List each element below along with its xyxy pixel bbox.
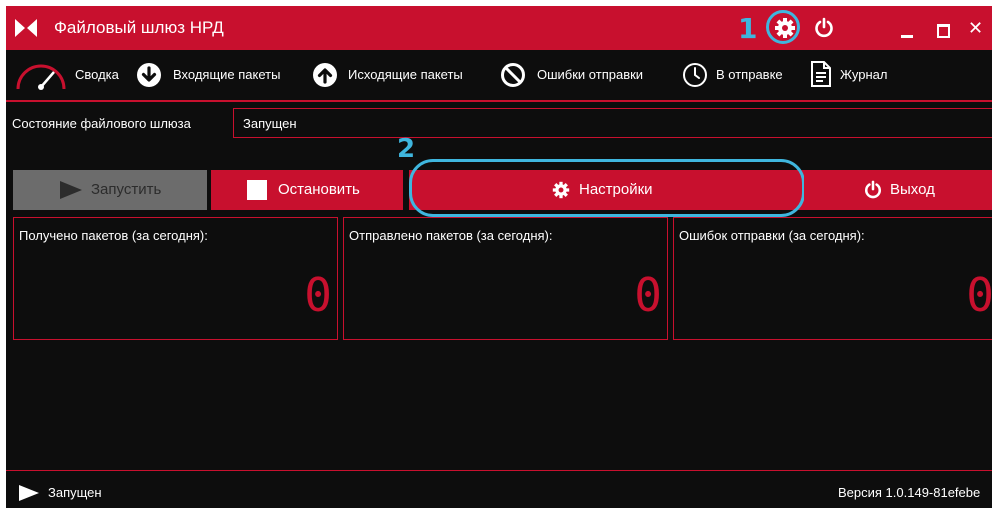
gateway-status-field: Запущен [233, 108, 992, 138]
tab-send-errors[interactable]: Ошибки отправки [500, 50, 676, 100]
tab-label: Исходящие пакеты [348, 67, 463, 82]
play-icon [60, 181, 82, 199]
clock-icon [683, 63, 707, 87]
tab-sending[interactable]: В отправке [682, 50, 806, 100]
maximize-button[interactable] [930, 12, 956, 44]
send-errors-panel: Ошибок отправки (за сегодня): 0 [673, 217, 992, 340]
start-button[interactable]: Запустить [13, 170, 207, 210]
minimize-button[interactable] [894, 12, 920, 44]
send-errors-label: Ошибок отправки (за сегодня): [679, 228, 865, 243]
window-title: Файловый шлюз НРД [54, 18, 224, 37]
exit-button-label: Выход [890, 181, 935, 198]
tab-divider [6, 100, 992, 102]
app-window: Файловый шлюз НРД 1 ✕ Сводка Входящие па… [6, 6, 992, 508]
tab-incoming-packages[interactable]: Входящие пакеты [136, 50, 300, 100]
tab-label: Сводка [75, 67, 119, 82]
sent-packages-panel: Отправлено пакетов (за сегодня): 0 [343, 217, 668, 340]
app-logo-icon [15, 19, 37, 37]
footer-status-text: Запущен [48, 485, 102, 500]
arrow-up-circle-icon [313, 63, 337, 87]
arrow-down-circle-icon [137, 63, 161, 87]
power-icon [865, 180, 881, 199]
tab-label: Ошибки отправки [537, 67, 644, 82]
start-button-label: Запустить [91, 181, 162, 198]
annotation-marker-2: 2 [397, 134, 416, 164]
gauge-icon [16, 64, 66, 90]
tab-outgoing-packages[interactable]: Исходящие пакеты [312, 50, 488, 100]
tab-label: Журнал [840, 67, 888, 82]
version-label: Версия 1.0.149-81efebe [838, 485, 981, 500]
tab-label: В отправке [716, 67, 783, 82]
annotation-marker-1: 1 [738, 12, 758, 45]
prohibited-icon [501, 63, 525, 87]
settings-highlight-outline [409, 159, 805, 217]
tab-summary[interactable]: Сводка [14, 50, 132, 100]
tab-journal[interactable]: Журнал [810, 50, 910, 100]
title-bar: Файловый шлюз НРД 1 ✕ [6, 6, 992, 50]
tab-label: Входящие пакеты [173, 67, 281, 82]
document-icon [811, 61, 831, 87]
sent-packages-count: 0 [634, 268, 662, 322]
received-packages-panel: Получено пакетов (за сегодня): 0 [13, 217, 338, 340]
tab-bar: Сводка Входящие пакеты Исходящие пакеты … [6, 50, 992, 100]
stop-button[interactable]: Остановить [211, 170, 403, 210]
stop-square-icon [247, 180, 267, 200]
power-icon[interactable] [814, 17, 834, 39]
exit-button[interactable]: Выход [804, 170, 992, 210]
received-packages-label: Получено пакетов (за сегодня): [19, 228, 208, 243]
stop-button-label: Остановить [278, 181, 360, 198]
gateway-status-label: Состояние файлового шлюза [12, 116, 191, 131]
play-icon [19, 485, 39, 501]
received-packages-count: 0 [304, 268, 332, 322]
footer-divider [6, 470, 992, 471]
send-errors-count: 0 [966, 268, 992, 322]
settings-gear-icon[interactable] [774, 17, 796, 39]
close-button[interactable]: ✕ [968, 16, 992, 42]
sent-packages-label: Отправлено пакетов (за сегодня): [349, 228, 553, 243]
